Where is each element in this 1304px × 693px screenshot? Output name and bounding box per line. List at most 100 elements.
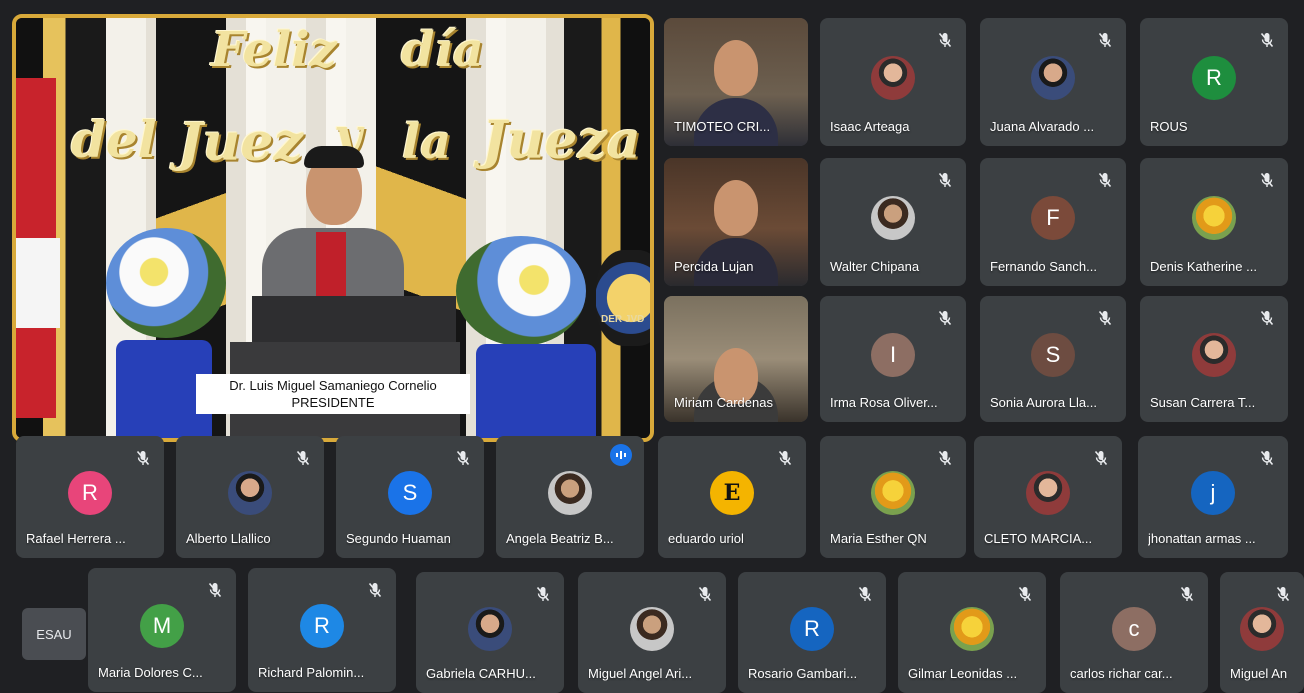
hair <box>304 146 364 168</box>
sash <box>316 232 346 302</box>
avatar-initial: R <box>300 604 344 648</box>
participant-tile[interactable]: j jhonattan armas ... <box>1138 436 1288 558</box>
participant-tile[interactable]: R Rosario Gambari... <box>738 572 886 693</box>
vase <box>476 344 596 438</box>
participant-name: Gabriela CARHU... <box>426 666 536 681</box>
main-speaker-tile[interactable]: DER JVD Feliz día del Juez y la Jueza Dr… <box>12 14 654 442</box>
participant-tile[interactable]: F Fernando Sanch... <box>980 158 1126 286</box>
participant-name: Walter Chipana <box>830 259 920 274</box>
sign-word: día <box>401 22 484 78</box>
avatar-photo <box>548 471 592 515</box>
participant-name: Rosario Gambari... <box>748 666 858 681</box>
avatar-initial: R <box>1192 56 1236 100</box>
participant-tile[interactable]: M Maria Dolores C... <box>88 568 236 692</box>
avatar-initial: R <box>790 606 834 651</box>
mic-off-icon <box>858 586 872 602</box>
participant-tile[interactable]: Juana Alvarado ... <box>980 18 1126 146</box>
mic-off-icon <box>136 450 150 466</box>
mic-off-icon <box>1260 450 1274 466</box>
participant-name: Rafael Herrera ... <box>26 531 126 546</box>
participant-name: Segundo Huaman <box>346 531 451 546</box>
avatar-photo <box>871 56 915 100</box>
flowers <box>106 228 226 338</box>
avatar-photo <box>1031 56 1075 100</box>
participant-tile[interactable]: S Segundo Huaman <box>336 436 484 558</box>
participant-tile[interactable]: Susan Carrera T... <box>1140 296 1288 422</box>
mic-off-icon <box>1018 586 1032 602</box>
avatar-initial: c <box>1112 606 1156 651</box>
participant-name: Maria Esther QN <box>830 531 927 546</box>
participant-name: carlos richar car... <box>1070 666 1173 681</box>
sign-word: Juez <box>178 112 304 173</box>
avatar-photo <box>1192 196 1236 240</box>
participant-tile[interactable]: CLETO MARCIA... <box>974 436 1122 558</box>
participant-name: Sonia Aurora Lla... <box>990 395 1097 410</box>
video-face <box>714 40 758 96</box>
participant-name: Irma Rosa Oliver... <box>830 395 938 410</box>
participant-tile[interactable]: Isaac Arteaga <box>820 18 966 146</box>
participant-name: Maria Dolores C... <box>98 665 203 680</box>
caption-role: PRESIDENTE <box>291 395 375 410</box>
mic-off-icon <box>938 310 952 326</box>
participant-name: Miriam Cardenas <box>674 395 773 410</box>
participant-tile[interactable]: Maria Esther QN <box>820 436 966 558</box>
participant-tile[interactable]: R Richard Palomin... <box>248 568 396 692</box>
mic-off-icon <box>1098 32 1112 48</box>
participant-name: Angela Beatriz B... <box>506 531 614 546</box>
participant-tile[interactable]: Walter Chipana <box>820 158 966 286</box>
mic-off-icon <box>368 582 382 598</box>
participant-name: ROUS <box>1150 119 1188 134</box>
participant-tile[interactable]: Miguel An <box>1220 572 1304 693</box>
participant-tile[interactable]: TIMOTEO CRI... <box>664 18 808 146</box>
sign-word: la <box>402 114 452 170</box>
mic-off-icon <box>1276 586 1290 602</box>
participant-name: Gilmar Leonidas ... <box>908 666 1018 681</box>
avatar-photo <box>871 471 915 515</box>
mic-off-icon <box>1098 310 1112 326</box>
avatar-photo <box>468 606 512 651</box>
avatar-photo <box>1026 471 1070 515</box>
mic-off-icon <box>1260 310 1274 326</box>
mic-off-icon <box>456 450 470 466</box>
participant-tile[interactable]: Denis Katherine ... <box>1140 158 1288 286</box>
banner-text: DER JVD <box>601 314 645 325</box>
mic-off-icon <box>698 586 712 602</box>
mic-off-icon <box>1260 32 1274 48</box>
participant-name: Denis Katherine ... <box>1150 259 1257 274</box>
participant-name: Miguel Angel Ari... <box>588 666 693 681</box>
avatar-initial: R <box>68 471 112 515</box>
participant-tile[interactable]: Gilmar Leonidas ... <box>898 572 1046 693</box>
mic-off-icon <box>208 582 222 598</box>
participant-tile[interactable]: Miguel Angel Ari... <box>578 572 726 693</box>
caption-name: Dr. Luis Miguel Samaniego Cornelio <box>229 378 437 393</box>
speaker-caption: Dr. Luis Miguel Samaniego Cornelio PRESI… <box>196 374 470 414</box>
participant-name: Miguel An <box>1230 666 1288 681</box>
participant-tile[interactable]: Percida Lujan <box>664 158 808 286</box>
speaking-indicator-icon <box>610 444 632 466</box>
video-face <box>714 180 758 236</box>
mic-off-icon <box>1098 172 1112 188</box>
participant-name: Isaac Arteaga <box>830 119 910 134</box>
participant-name: Percida Lujan <box>674 259 754 274</box>
participant-name: jhonattan armas ... <box>1148 531 1256 546</box>
participant-name: eduardo uriol <box>668 531 744 546</box>
mic-off-icon <box>1180 586 1194 602</box>
participant-tile[interactable]: c carlos richar car... <box>1060 572 1208 693</box>
avatar-photo <box>630 606 674 651</box>
avatar-initial: S <box>388 471 432 515</box>
participant-tile[interactable]: Alberto Llallico <box>176 436 324 558</box>
participant-tile[interactable]: Miriam Cardenas <box>664 296 808 422</box>
participant-tile[interactable]: S Sonia Aurora Lla... <box>980 296 1126 422</box>
participant-tile[interactable]: Eeduardo uriol <box>658 436 806 558</box>
participant-tile[interactable]: Gabriela CARHU... <box>416 572 564 693</box>
overflow-tile[interactable]: ESAU <box>22 608 86 660</box>
participant-tile[interactable]: Angela Beatriz B... <box>496 436 644 558</box>
meeting-grid: DER JVD Feliz día del Juez y la Jueza Dr… <box>0 0 1304 693</box>
participant-tile[interactable]: R Rafael Herrera ... <box>16 436 164 558</box>
mic-off-icon <box>938 450 952 466</box>
participant-name: Fernando Sanch... <box>990 259 1097 274</box>
mic-off-icon <box>778 450 792 466</box>
participant-tile[interactable]: I Irma Rosa Oliver... <box>820 296 966 422</box>
participant-name: TIMOTEO CRI... <box>674 119 771 134</box>
participant-tile[interactable]: R ROUS <box>1140 18 1288 146</box>
